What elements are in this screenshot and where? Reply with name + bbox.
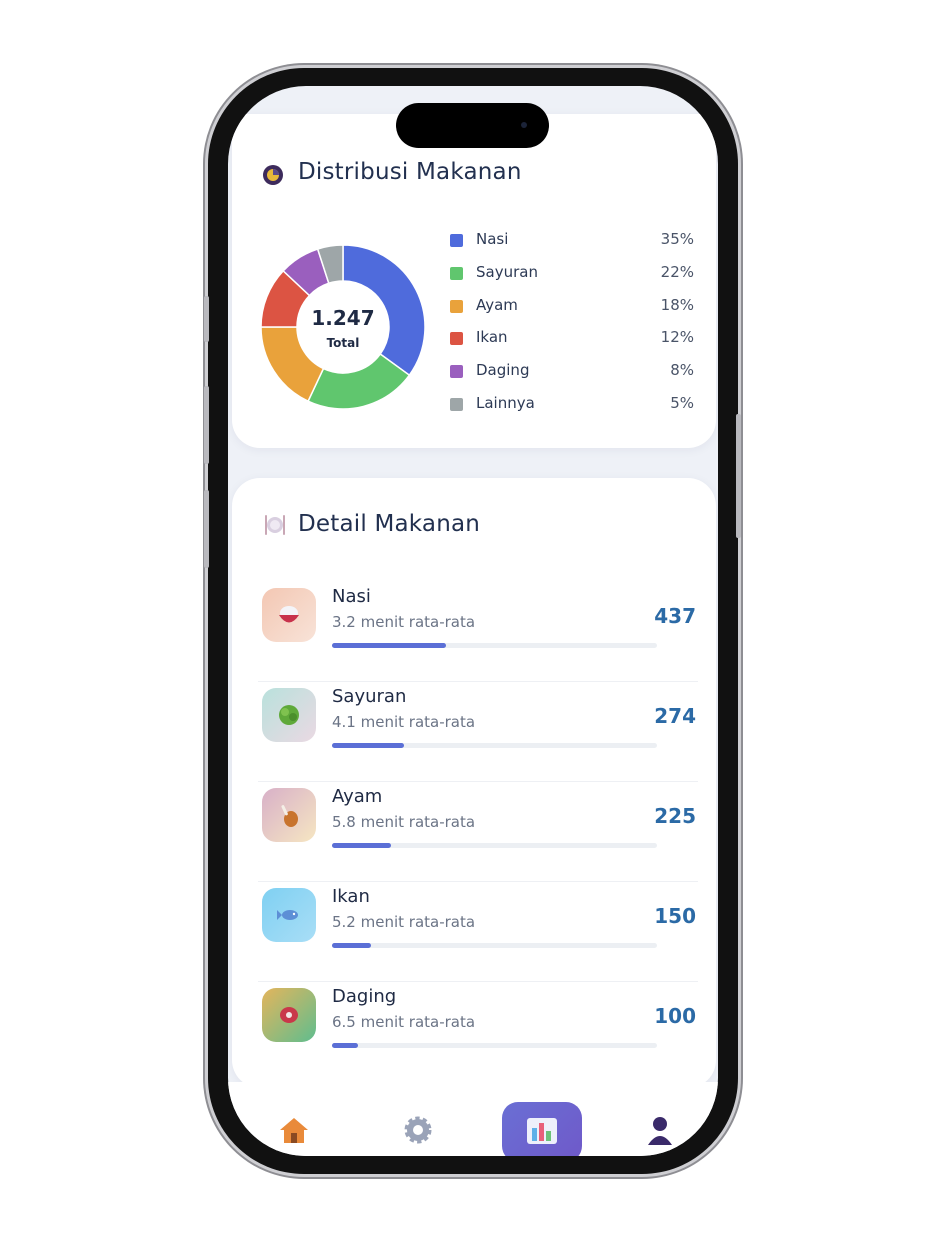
progress-fill	[332, 843, 391, 848]
legend-swatch	[450, 398, 463, 411]
food-row-sayuran[interactable]: Sayuran 4.1 menit rata-rata 274	[258, 686, 698, 782]
food-row-daging[interactable]: Daging 6.5 menit rata-rata 100	[258, 986, 698, 1082]
power-button	[736, 414, 741, 538]
rice-bowl-icon	[262, 588, 316, 642]
donut-center: 1.247 Total	[260, 244, 426, 410]
legend-item-ayam: Ayam 18%	[450, 296, 700, 320]
food-average-time: 5.8 menit rata-rata	[332, 813, 476, 831]
food-average-time: 5.2 menit rata-rata	[332, 913, 476, 931]
food-count: 437	[654, 604, 696, 628]
meat-icon	[262, 988, 316, 1042]
legend-swatch	[450, 267, 463, 280]
legend-label: Nasi	[476, 230, 509, 248]
progress-fill	[332, 1043, 358, 1048]
food-row-ayam[interactable]: Ayam 5.8 menit rata-rata 225	[258, 786, 698, 882]
gear-icon[interactable]	[398, 1110, 438, 1150]
progress-fill	[332, 643, 446, 648]
detail-card: Detail Makanan Nasi 3.2 menit rata-rata …	[232, 478, 716, 1088]
food-name: Sayuran	[332, 686, 407, 707]
progress-track	[332, 843, 657, 848]
legend-percent: 35%	[660, 230, 694, 248]
legend-label: Ikan	[476, 328, 508, 346]
food-count: 274	[654, 704, 696, 728]
divider	[258, 681, 698, 682]
food-count: 225	[654, 804, 696, 828]
legend-item-lainnya: Lainnya 5%	[450, 394, 700, 418]
progress-fill	[332, 943, 371, 948]
bottom-nav	[228, 1082, 718, 1156]
legend-swatch	[450, 365, 463, 378]
legend-item-sayuran: Sayuran 22%	[450, 263, 700, 287]
food-row-nasi[interactable]: Nasi 3.2 menit rata-rata 437	[258, 586, 698, 682]
dynamic-island	[396, 103, 549, 148]
legend-item-daging: Daging 8%	[450, 361, 700, 385]
food-name: Ikan	[332, 886, 370, 907]
food-average-time: 3.2 menit rata-rata	[332, 613, 476, 631]
distribution-title: Distribusi Makanan	[298, 159, 522, 185]
donut-total-label: Total	[326, 336, 360, 350]
legend-percent: 5%	[670, 394, 694, 412]
divider	[258, 981, 698, 982]
home-icon[interactable]	[274, 1110, 314, 1150]
profile-icon[interactable]	[640, 1110, 680, 1150]
detail-title: Detail Makanan	[298, 511, 481, 537]
legend-swatch	[450, 332, 463, 345]
food-count: 150	[654, 904, 696, 928]
food-name: Daging	[332, 986, 397, 1007]
food-average-time: 4.1 menit rata-rata	[332, 713, 476, 731]
food-name: Ayam	[332, 786, 383, 807]
food-count: 100	[654, 1004, 696, 1028]
nav-active-tab[interactable]	[502, 1102, 582, 1156]
vegetable-icon	[262, 688, 316, 742]
distribution-card: Distribusi Makanan 1.247 Total Nasi 35% …	[232, 114, 716, 448]
donut-total-value: 1.247	[311, 306, 375, 330]
legend-percent: 8%	[670, 361, 694, 379]
plate-icon	[265, 515, 285, 535]
legend-swatch	[450, 234, 463, 247]
progress-track	[332, 943, 657, 948]
legend-percent: 18%	[660, 296, 694, 314]
action-button	[204, 296, 209, 342]
legend-label: Lainnya	[476, 394, 535, 412]
progress-track	[332, 643, 657, 648]
volume-down-button	[204, 490, 209, 568]
legend-item-ikan: Ikan 12%	[450, 328, 700, 352]
chart-icon	[527, 1118, 557, 1144]
progress-track	[332, 743, 657, 748]
screen: Distribusi Makanan 1.247 Total Nasi 35% …	[228, 86, 718, 1156]
progress-track	[332, 1043, 657, 1048]
food-row-ikan[interactable]: Ikan 5.2 menit rata-rata 150	[258, 886, 698, 982]
camera-icon	[521, 122, 527, 128]
fish-icon	[262, 888, 316, 942]
donut-chart: 1.247 Total	[260, 244, 426, 410]
chicken-leg-icon	[262, 788, 316, 842]
progress-fill	[332, 743, 404, 748]
legend-label: Ayam	[476, 296, 518, 314]
legend-label: Sayuran	[476, 263, 538, 281]
legend-percent: 12%	[660, 328, 694, 346]
volume-up-button	[204, 386, 209, 464]
legend-percent: 22%	[660, 263, 694, 281]
divider	[258, 781, 698, 782]
chart-icon	[263, 165, 283, 185]
legend-swatch	[450, 300, 463, 313]
divider	[258, 881, 698, 882]
legend-label: Daging	[476, 361, 530, 379]
legend-item-nasi: Nasi 35%	[450, 230, 700, 254]
food-average-time: 6.5 menit rata-rata	[332, 1013, 476, 1031]
food-name: Nasi	[332, 586, 371, 607]
